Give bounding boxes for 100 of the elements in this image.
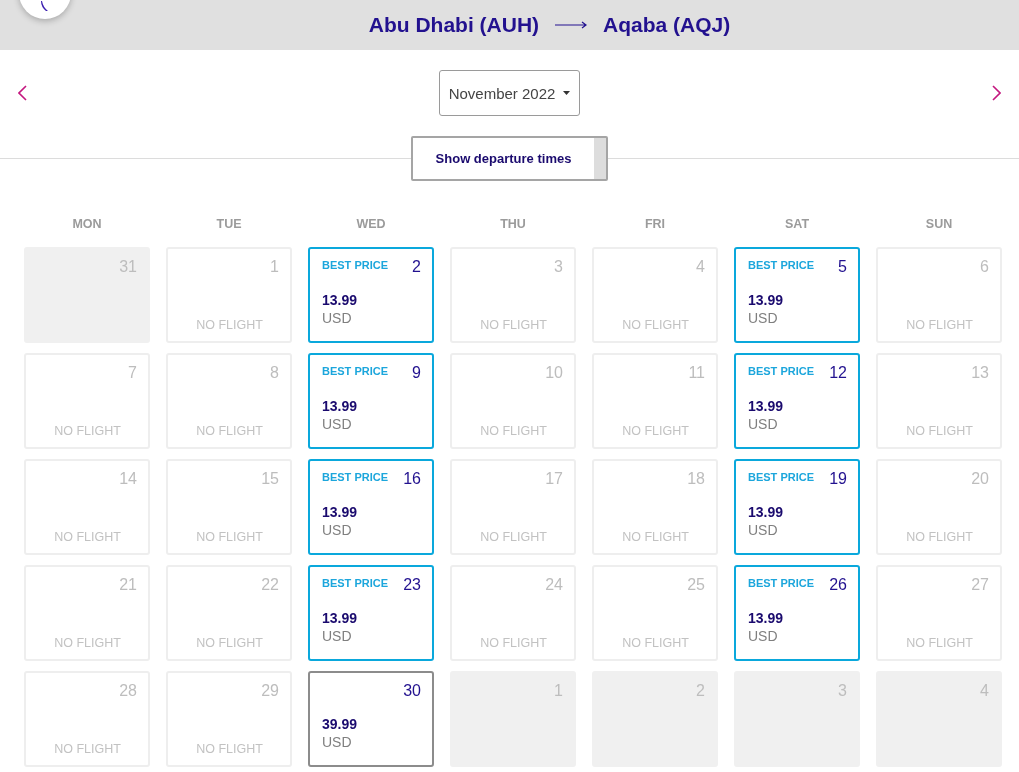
departure-times-button[interactable]: Show departure times <box>411 136 608 181</box>
best-price-label: BEST PRICE <box>748 259 814 271</box>
best-price-label: BEST PRICE <box>322 471 388 483</box>
currency-label: USD <box>322 415 352 433</box>
best-price-label: BEST PRICE <box>748 577 814 589</box>
chevron-left-icon <box>18 85 27 101</box>
price-amount: 13.99 <box>322 503 358 521</box>
day-number: 27 <box>971 575 989 595</box>
weekday-label: MON <box>72 217 102 231</box>
day-number: 26 <box>829 575 847 595</box>
calendar-day[interactable]: BEST PRICE 12 13.99 USD <box>734 353 860 449</box>
day-number: 6 <box>980 257 989 277</box>
day-number: 16 <box>403 469 421 489</box>
calendar-day[interactable]: BEST PRICE 9 13.99 USD <box>308 353 434 449</box>
no-flight-label: NO FLIGHT <box>906 635 973 651</box>
no-flight-label: NO FLIGHT <box>54 635 121 651</box>
best-price-label: BEST PRICE <box>748 365 814 377</box>
best-price-label: BEST PRICE <box>322 365 388 377</box>
no-flight-label: NO FLIGHT <box>622 635 689 651</box>
day-number: 18 <box>687 469 705 489</box>
no-flight-label: NO FLIGHT <box>906 529 973 545</box>
day-number: 11 <box>688 363 705 383</box>
day-number: 1 <box>270 257 279 277</box>
no-flight-label: NO FLIGHT <box>54 529 121 545</box>
currency-label: USD <box>322 521 352 539</box>
day-number: 28 <box>119 681 137 701</box>
chevron-right-icon <box>992 85 1001 101</box>
weekday-label: THU <box>500 217 526 231</box>
day-number: 19 <box>829 469 847 489</box>
weekday-label: SUN <box>925 217 953 231</box>
no-flight-label: NO FLIGHT <box>54 423 121 439</box>
origin-city: Abu Dhabi (AUH) <box>368 13 540 37</box>
calendar-day[interactable]: BEST PRICE 2 13.99 USD <box>308 247 434 343</box>
no-flight-label: NO FLIGHT <box>196 741 263 757</box>
price-amount: 39.99 <box>322 715 358 733</box>
calendar-day[interactable]: BEST PRICE 16 13.99 USD <box>308 459 434 555</box>
no-flight-label: NO FLIGHT <box>906 423 973 439</box>
price-amount: 13.99 <box>322 291 358 309</box>
day-number: 15 <box>261 469 279 489</box>
day-number: 29 <box>261 681 279 701</box>
calendar-day[interactable]: BEST PRICE 5 13.99 USD <box>734 247 860 343</box>
price-amount: 13.99 <box>748 609 784 627</box>
currency-label: USD <box>322 733 352 751</box>
caret-icon <box>563 91 571 95</box>
no-flight-label: NO FLIGHT <box>906 317 973 333</box>
day-number: 24 <box>545 575 563 595</box>
no-flight-label: NO FLIGHT <box>480 317 547 333</box>
destination-city: Aqaba (AQJ) <box>603 13 731 37</box>
best-price-label: BEST PRICE <box>322 577 388 589</box>
no-flight-label: NO FLIGHT <box>196 635 263 651</box>
day-number: 12 <box>829 363 847 383</box>
best-price-label: BEST PRICE <box>748 471 814 483</box>
currency-label: USD <box>322 627 352 645</box>
weekday-label: TUE <box>216 217 242 231</box>
calendar-day[interactable]: 30 39.99 USD <box>308 671 434 767</box>
no-flight-label: NO FLIGHT <box>196 423 263 439</box>
day-number: 5 <box>838 257 847 277</box>
weekday-label: FRI <box>644 217 666 231</box>
day-number: 17 <box>545 469 563 489</box>
currency-label: USD <box>748 521 778 539</box>
no-flight-label: NO FLIGHT <box>480 529 547 545</box>
weekday-label: SAT <box>784 217 810 231</box>
currency-label: USD <box>322 309 352 327</box>
day-number: 20 <box>971 469 989 489</box>
currency-label: USD <box>748 415 778 433</box>
day-number: 4 <box>696 257 705 277</box>
day-number: 13 <box>971 363 989 383</box>
no-flight-label: NO FLIGHT <box>196 529 263 545</box>
no-flight-label: NO FLIGHT <box>480 635 547 651</box>
calendar-day[interactable]: BEST PRICE 26 13.99 USD <box>734 565 860 661</box>
slash-icon <box>41 1 49 11</box>
day-number: 14 <box>119 469 137 489</box>
day-number: 2 <box>412 257 421 277</box>
price-amount: 13.99 <box>748 291 784 309</box>
no-flight-label: NO FLIGHT <box>622 423 689 439</box>
price-amount: 13.99 <box>322 397 358 415</box>
no-flight-label: NO FLIGHT <box>196 317 263 333</box>
calendar-day[interactable]: BEST PRICE 19 13.99 USD <box>734 459 860 555</box>
currency-label: USD <box>748 309 778 327</box>
day-number: 8 <box>270 363 279 383</box>
no-flight-label: NO FLIGHT <box>622 317 689 333</box>
calendar-day[interactable]: BEST PRICE 23 13.99 USD <box>308 565 434 661</box>
best-price-label: BEST PRICE <box>322 259 388 271</box>
day-number: 22 <box>261 575 279 595</box>
price-amount: 13.99 <box>322 609 358 627</box>
month-select[interactable]: November 2022 <box>439 70 580 116</box>
weekday-label: WED <box>356 217 386 231</box>
arrow-icon <box>555 21 588 29</box>
no-flight-label: NO FLIGHT <box>54 741 121 757</box>
day-number: 23 <box>403 575 421 595</box>
day-number: 3 <box>554 257 563 277</box>
no-flight-label: NO FLIGHT <box>622 529 689 545</box>
currency-label: USD <box>748 627 778 645</box>
price-amount: 13.99 <box>748 503 784 521</box>
day-number: 21 <box>119 575 137 595</box>
day-number: 25 <box>687 575 705 595</box>
day-number: 10 <box>545 363 563 383</box>
day-number: 30 <box>403 681 421 701</box>
no-flight-label: NO FLIGHT <box>480 423 547 439</box>
day-number: 7 <box>128 363 137 383</box>
